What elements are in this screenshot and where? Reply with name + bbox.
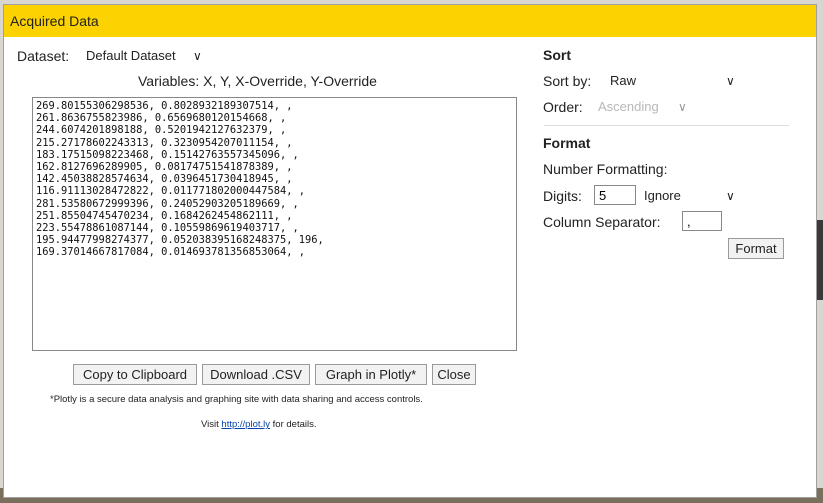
section-divider [544, 125, 789, 126]
chevron-down-icon: ∨ [678, 100, 687, 114]
data-textarea[interactable] [32, 97, 517, 351]
plotly-link[interactable]: http://plot.ly [221, 419, 270, 430]
sort-by-select[interactable]: Raw [610, 73, 740, 88]
close-button[interactable]: Close [432, 364, 476, 385]
copy-to-clipboard-button[interactable]: Copy to Clipboard [73, 364, 197, 385]
dialog-title: Acquired Data [10, 13, 99, 29]
visit-suffix: for details. [270, 419, 317, 430]
dialog-titlebar: Acquired Data [4, 5, 816, 37]
number-formatting-label: Number Formatting: [543, 161, 668, 177]
digits-label: Digits: [543, 188, 582, 204]
chevron-down-icon: ∨ [726, 74, 735, 88]
plotly-disclaimer: *Plotly is a secure data analysis and gr… [50, 394, 423, 405]
acquired-data-dialog: Acquired Data Dataset: Default Dataset ∨… [3, 4, 817, 498]
digits-mode-select[interactable]: Ignore [644, 188, 739, 203]
variables-label: Variables: X, Y, X-Override, Y-Override [138, 73, 377, 89]
sort-heading: Sort [543, 47, 571, 63]
graph-in-plotly-button[interactable]: Graph in Plotly* [315, 364, 427, 385]
digits-input[interactable] [594, 185, 636, 205]
order-label: Order: [543, 99, 583, 115]
dataset-select[interactable]: Default Dataset [86, 48, 198, 63]
chevron-down-icon: ∨ [726, 189, 735, 203]
download-csv-button[interactable]: Download .CSV [202, 364, 310, 385]
column-separator-input[interactable] [682, 211, 722, 231]
chevron-down-icon: ∨ [193, 49, 202, 63]
dataset-label: Dataset: [17, 48, 70, 64]
format-button[interactable]: Format [728, 238, 784, 259]
visit-prefix: Visit [201, 419, 222, 430]
column-separator-label: Column Separator: [543, 214, 661, 230]
sort-by-label: Sort by: [543, 73, 592, 89]
format-heading: Format [543, 135, 591, 151]
visit-note: Visit http://plot.ly for details. [201, 419, 316, 430]
